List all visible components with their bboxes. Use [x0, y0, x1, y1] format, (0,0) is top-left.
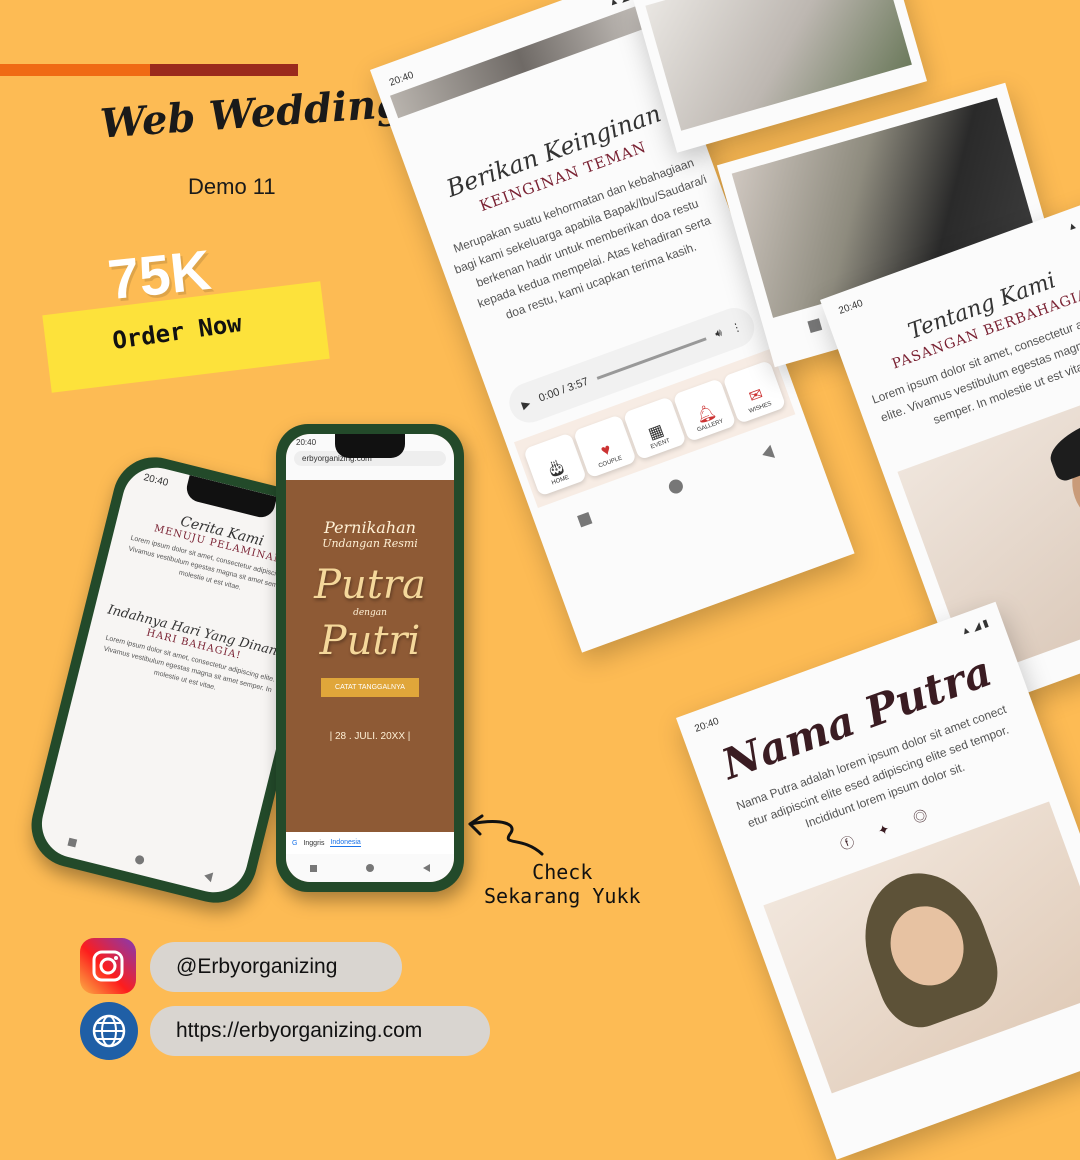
translate-icon: G: [292, 839, 298, 847]
status-time: 20:40: [387, 69, 416, 89]
audio-progress[interactable]: [596, 336, 707, 380]
script-title: Pernikahan: [324, 518, 416, 537]
groom-name: Putra: [314, 562, 426, 608]
status-icons: ▲ ◢ ▮: [959, 617, 991, 638]
android-nav: [286, 854, 454, 882]
check-line-1: Check: [532, 860, 593, 884]
nav-back-icon[interactable]: [759, 444, 775, 462]
phone-notch: [183, 475, 278, 521]
status-time: 20:40: [837, 297, 865, 317]
instagram-icon[interactable]: ◎: [911, 798, 954, 827]
nav-home-icon[interactable]: [667, 477, 686, 496]
curved-arrow-icon: [468, 814, 544, 856]
volume-icon[interactable]: 🔊︎: [713, 326, 724, 341]
nav-recent-icon[interactable]: [67, 837, 78, 848]
cake-photo: [645, 0, 912, 131]
nav-recent-icon[interactable]: [310, 864, 318, 872]
nav-recent-icon[interactable]: [577, 511, 593, 528]
nav-recent-icon[interactable]: [807, 318, 823, 334]
android-nav: [37, 829, 243, 890]
groom-card: 20:40 ▲ ◢ ▮ Nama Putra Nama Putra adalah…: [676, 601, 1080, 1160]
save-date-button[interactable]: CATAT TANGGALNYA: [321, 678, 419, 697]
phone-right: 20:40 erbyorganizing.com Pernikahan Unda…: [276, 424, 464, 892]
decor-bar-maroon: [150, 64, 298, 76]
instagram-handle[interactable]: @Erbyorganizing: [150, 942, 402, 992]
invitation-subtitle: Undangan Resmi: [322, 537, 418, 550]
audio-time: 0:00 / 3:57: [537, 375, 591, 405]
demo-label: Demo 11: [188, 174, 276, 199]
globe-icon[interactable]: [80, 1002, 138, 1060]
bride-name: Putri: [319, 618, 421, 664]
groom-hair: [1043, 402, 1080, 484]
nav-home-icon[interactable]: [365, 864, 374, 872]
lang-english[interactable]: Inggris: [303, 840, 324, 847]
status-icons: ▲ ◢ ▮: [1065, 213, 1080, 234]
nav-home-icon[interactable]: [134, 854, 146, 865]
wedding-date: | 28 . JULI. 20XX |: [329, 731, 411, 742]
translate-bar: G Inggris Indonesia: [286, 832, 454, 854]
facebook-icon[interactable]: ⓕ: [838, 824, 881, 853]
brand-title: Web Wedding: [98, 79, 406, 148]
twitter-icon[interactable]: ✦: [875, 811, 916, 839]
nav-back-icon[interactable]: [422, 864, 430, 872]
play-icon[interactable]: ▶: [520, 396, 532, 411]
instagram-icon[interactable]: [80, 938, 136, 994]
nav-back-icon[interactable]: [203, 870, 214, 883]
website-url[interactable]: https://erbyorganizing.com: [150, 1006, 490, 1056]
check-line-2: Sekarang Yukk: [484, 884, 641, 908]
connector-text: dengan: [353, 608, 387, 618]
phone-notch: [335, 434, 405, 458]
status-time: 20:40: [693, 715, 721, 735]
more-icon[interactable]: ⋮: [729, 319, 744, 335]
lang-indonesia[interactable]: Indonesia: [330, 839, 361, 847]
check-callout: Check Sekarang Yukk: [484, 860, 641, 908]
decor-bar-orange: [0, 64, 150, 76]
